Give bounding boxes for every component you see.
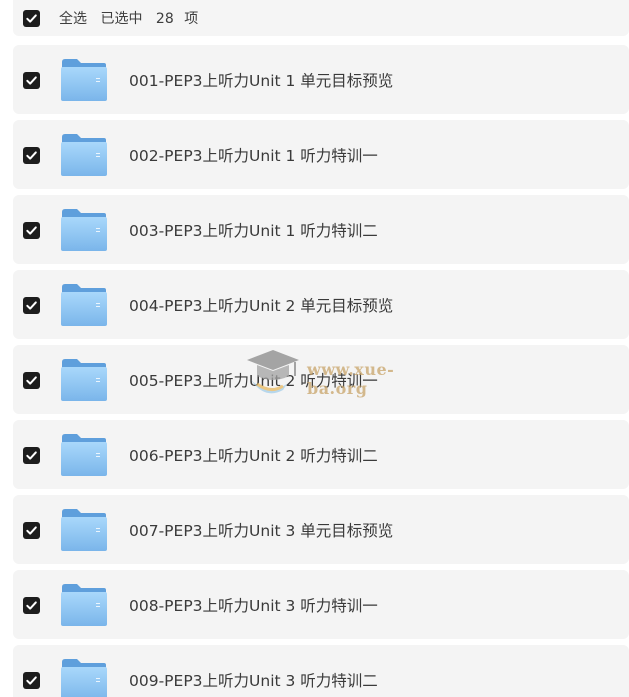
checkmark-icon — [26, 226, 37, 235]
folder-icon — [60, 433, 108, 477]
select-all-label[interactable]: 全选 — [59, 11, 87, 27]
checkmark-icon — [26, 13, 37, 23]
folder-row[interactable]: 006-PEP3上听力Unit 2 听力特训二 — [13, 420, 629, 489]
row-checkbox[interactable] — [23, 147, 40, 164]
folder-row[interactable]: 005-PEP3上听力Unit 2 听力特训一 — [13, 345, 629, 414]
selected-prefix: 已选中 — [100, 11, 143, 27]
checkmark-icon — [26, 526, 37, 535]
checkmark-icon — [26, 676, 37, 685]
checkmark-icon — [26, 601, 37, 610]
folder-row[interactable]: 009-PEP3上听力Unit 3 听力特训二 — [13, 645, 629, 697]
folder-name: 005-PEP3上听力Unit 2 听力特训一 — [129, 372, 378, 390]
folder-icon — [60, 58, 108, 102]
folder-name: 002-PEP3上听力Unit 1 听力特训一 — [129, 147, 378, 165]
row-checkbox[interactable] — [23, 522, 40, 539]
folder-row[interactable]: 003-PEP3上听力Unit 1 听力特训二 — [13, 195, 629, 264]
folder-icon — [60, 358, 108, 402]
selection-summary: 全选 已选中 28 项 — [59, 8, 201, 28]
checkmark-icon — [26, 301, 37, 310]
checkmark-icon — [26, 76, 37, 85]
folder-name: 001-PEP3上听力Unit 1 单元目标预览 — [129, 72, 394, 90]
select-all-checkbox[interactable] — [23, 9, 40, 27]
checkmark-icon — [26, 451, 37, 460]
row-checkbox[interactable] — [23, 222, 40, 239]
folder-row[interactable]: 007-PEP3上听力Unit 3 单元目标预览 — [13, 495, 629, 564]
folder-icon — [60, 658, 108, 697]
row-checkbox[interactable] — [23, 672, 40, 689]
file-selection-page: 全选 已选中 28 项 001-PEP3上听力Unit 1 单元目标预览 002… — [0, 0, 629, 697]
folder-row[interactable]: 008-PEP3上听力Unit 3 听力特训一 — [13, 570, 629, 639]
folder-row[interactable]: 002-PEP3上听力Unit 1 听力特训一 — [13, 120, 629, 189]
row-checkbox[interactable] — [23, 72, 40, 89]
folder-name: 003-PEP3上听力Unit 1 听力特训二 — [129, 222, 378, 240]
folder-icon — [60, 133, 108, 177]
folder-icon — [60, 583, 108, 627]
checkmark-icon — [26, 376, 37, 385]
folder-icon — [60, 508, 108, 552]
selected-suffix: 项 — [184, 11, 199, 27]
row-checkbox[interactable] — [23, 447, 40, 464]
folder-name: 008-PEP3上听力Unit 3 听力特训一 — [129, 597, 378, 615]
folder-list: 001-PEP3上听力Unit 1 单元目标预览 002-PEP3上听力Unit… — [13, 45, 629, 697]
row-checkbox[interactable] — [23, 597, 40, 614]
selected-count: 28 — [155, 11, 174, 27]
folder-name: 006-PEP3上听力Unit 2 听力特训二 — [129, 447, 378, 465]
folder-name: 004-PEP3上听力Unit 2 单元目标预览 — [129, 297, 394, 315]
select-all-bar: 全选 已选中 28 项 — [13, 0, 629, 36]
folder-name: 009-PEP3上听力Unit 3 听力特训二 — [129, 672, 378, 690]
folder-row[interactable]: 001-PEP3上听力Unit 1 单元目标预览 — [13, 45, 629, 114]
folder-name: 007-PEP3上听力Unit 3 单元目标预览 — [129, 522, 394, 540]
checkmark-icon — [26, 151, 37, 160]
folder-icon — [60, 208, 108, 252]
row-checkbox[interactable] — [23, 297, 40, 314]
folder-icon — [60, 283, 108, 327]
row-checkbox[interactable] — [23, 372, 40, 389]
folder-row[interactable]: 004-PEP3上听力Unit 2 单元目标预览 — [13, 270, 629, 339]
